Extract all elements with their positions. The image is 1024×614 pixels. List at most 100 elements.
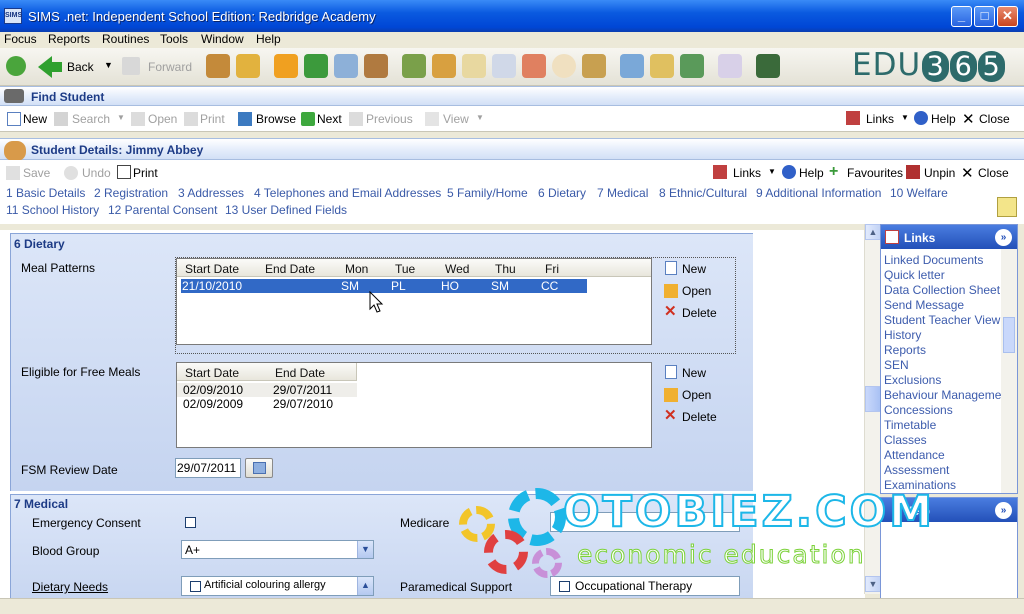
menu-reports[interactable]: Reports — [48, 32, 90, 46]
link-sen[interactable]: SEN — [884, 358, 909, 372]
column-header[interactable]: Wed — [445, 262, 469, 276]
sims-app-icon[interactable]: SIMS — [4, 8, 22, 24]
link-send-message[interactable]: Send Message — [884, 298, 964, 312]
links-scroll-thumb[interactable] — [1003, 317, 1015, 353]
nav-parental-consent[interactable]: 12 Parental Consent — [108, 203, 217, 217]
staff-icon[interactable] — [364, 54, 388, 78]
nav-addresses[interactable]: 3 Addresses — [178, 186, 244, 200]
paramedical-support-list[interactable]: Occupational Therapy — [550, 576, 740, 596]
emergency-consent-checkbox[interactable] — [185, 517, 196, 528]
students-icon[interactable] — [206, 54, 230, 78]
table-row[interactable]: 02/09/2010 29/07/2011 — [177, 383, 357, 397]
column-header[interactable]: End Date — [275, 366, 325, 380]
register-icon[interactable] — [462, 54, 486, 78]
menu-tools[interactable]: Tools — [160, 32, 188, 46]
network-icon[interactable] — [718, 54, 742, 78]
chart-icon[interactable] — [334, 54, 358, 78]
unpin-button[interactable]: Unpin — [924, 166, 955, 180]
pin-panel-icon[interactable] — [997, 197, 1017, 217]
browse-button[interactable]: Browse — [256, 112, 296, 126]
details-help-button[interactable]: Help — [799, 166, 824, 180]
link-reports[interactable]: Reports — [884, 343, 926, 357]
nav-medical[interactable]: 7 Medical — [597, 186, 648, 200]
menu-window[interactable]: Window — [201, 32, 244, 46]
menu-routines[interactable]: Routines — [102, 32, 149, 46]
coins-icon[interactable] — [582, 54, 606, 78]
next-button[interactable]: Next — [317, 112, 342, 126]
nav-user-defined-fields[interactable]: 13 User Defined Fields — [225, 203, 347, 217]
import-icon[interactable] — [650, 54, 674, 78]
link-timetable[interactable]: Timetable — [884, 418, 936, 432]
collapse-icon[interactable]: » — [995, 229, 1012, 246]
student-icon[interactable] — [236, 54, 260, 78]
dietary-need-checkbox[interactable] — [190, 581, 201, 592]
meal-pattern-open-button[interactable]: Open — [682, 284, 711, 298]
menu-focus[interactable]: Focus — [4, 32, 37, 46]
column-header[interactable]: Start Date — [185, 262, 239, 276]
table-row[interactable]: 02/09/2009 29/07/2010 — [177, 397, 357, 411]
free-meals-delete-button[interactable]: Delete — [682, 410, 717, 424]
notes-icon[interactable] — [492, 54, 516, 78]
refresh-icon[interactable] — [6, 56, 26, 76]
export-icon[interactable] — [620, 54, 644, 78]
chevron-down-icon[interactable]: ▼ — [357, 541, 373, 558]
details-close-button[interactable]: Close — [978, 166, 1009, 180]
column-header[interactable]: Start Date — [185, 366, 239, 380]
minimize-button[interactable]: _ — [951, 6, 972, 27]
menu-help[interactable]: Help — [256, 32, 281, 46]
link-history[interactable]: History — [884, 328, 921, 342]
find-links-button[interactable]: Links — [866, 112, 894, 126]
nav-basic-details[interactable]: 1 Basic Details — [6, 186, 85, 200]
flag-icon[interactable] — [304, 54, 328, 78]
meal-pattern-delete-button[interactable]: Delete — [682, 306, 717, 320]
link-classes[interactable]: Classes — [884, 433, 927, 447]
column-header[interactable]: End Date — [265, 262, 315, 276]
back-button[interactable]: Back — [67, 60, 94, 74]
timetable-icon[interactable] — [402, 54, 426, 78]
scroll-thumb[interactable] — [865, 386, 881, 412]
nav-school-history[interactable]: 11 School History — [6, 203, 99, 217]
free-meals-grid[interactable]: Start Date End Date 02/09/2010 29/07/201… — [176, 362, 652, 448]
link-attendance[interactable]: Attendance — [884, 448, 945, 462]
clock-icon[interactable] — [552, 54, 576, 78]
calendar-button[interactable] — [245, 458, 273, 478]
new-student-button[interactable]: New — [23, 112, 47, 126]
scroll-down-icon[interactable]: ▼ — [865, 576, 881, 592]
scroll-up-icon[interactable]: ▲ — [865, 224, 881, 240]
nav-telephones[interactable]: 4 Telephones and Email Addresses — [254, 186, 441, 200]
link-behaviour-management[interactable]: Behaviour Management — [884, 388, 1011, 402]
print-button[interactable]: Print — [133, 166, 158, 180]
column-header[interactable]: Fri — [545, 262, 559, 276]
contacts-icon[interactable] — [522, 54, 546, 78]
link-data-collection-sheet[interactable]: Data Collection Sheet — [884, 283, 1000, 297]
link-student-teacher-view[interactable]: Student Teacher View — [884, 313, 1000, 327]
links-dropdown-icon[interactable]: ▼ — [768, 167, 776, 176]
nav-additional-information[interactable]: 9 Additional Information — [756, 186, 881, 200]
links-scrollbar[interactable] — [1001, 249, 1017, 493]
dietary-needs-link[interactable]: Dietary Needs — [32, 580, 108, 594]
nav-registration[interactable]: 2 Registration — [94, 186, 168, 200]
column-header[interactable]: Tue — [395, 262, 415, 276]
meal-pattern-new-button[interactable]: New — [682, 262, 706, 276]
paramedical-checkbox[interactable] — [559, 581, 570, 592]
meal-patterns-grid[interactable]: Start Date End Date Mon Tue Wed Thu Fri … — [176, 258, 652, 345]
column-header[interactable]: Mon — [345, 262, 368, 276]
column-header[interactable]: Thu — [495, 262, 516, 276]
link-quick-letter[interactable]: Quick letter — [884, 268, 945, 282]
folder-icon[interactable] — [274, 54, 298, 78]
free-meals-new-button[interactable]: New — [682, 366, 706, 380]
details-links-button[interactable]: Links — [733, 166, 761, 180]
find-close-button[interactable]: Close — [979, 112, 1010, 126]
link-concessions[interactable]: Concessions — [884, 403, 953, 417]
free-meals-open-button[interactable]: Open — [682, 388, 711, 402]
back-dropdown-icon[interactable]: ▼ — [104, 60, 113, 70]
fsm-review-date-field[interactable]: 29/07/2011 — [175, 458, 241, 478]
links-dropdown-icon[interactable]: ▼ — [901, 113, 909, 122]
nav-family-home[interactable]: 5 Family/Home — [447, 186, 528, 200]
nav-welfare[interactable]: 10 Welfare — [890, 186, 948, 200]
favourites-button[interactable]: Favourites — [847, 166, 903, 180]
nav-dietary[interactable]: 6 Dietary — [538, 186, 586, 200]
nav-ethnic-cultural[interactable]: 8 Ethnic/Cultural — [659, 186, 747, 200]
maximize-button[interactable]: □ — [974, 6, 995, 27]
link-linked-documents[interactable]: Linked Documents — [884, 253, 983, 267]
